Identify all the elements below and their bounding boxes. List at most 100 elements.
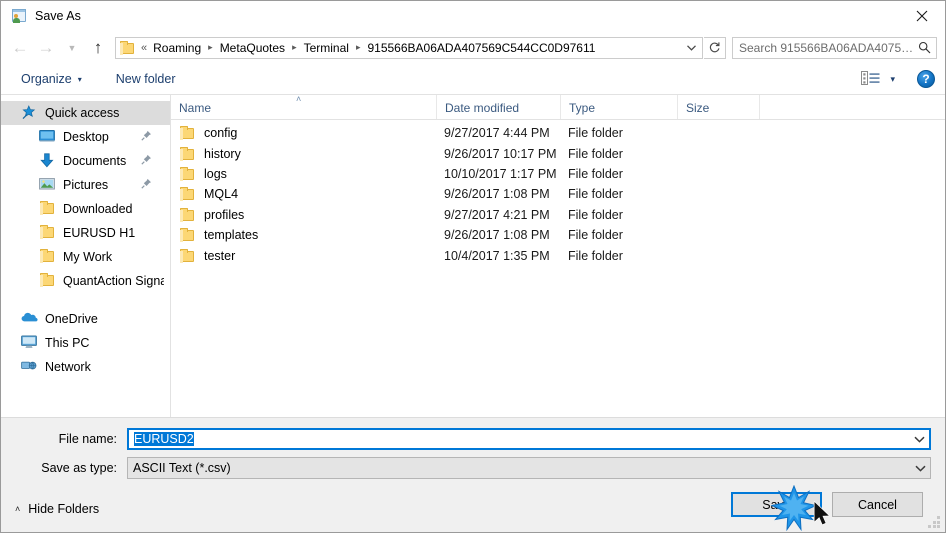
sidebar-item-label: Quick access <box>45 106 120 120</box>
file-date: 10/4/2017 1:35 PM <box>444 248 550 263</box>
new-folder-label: New folder <box>115 72 176 86</box>
organize-button[interactable]: Organize ▾ <box>15 69 88 89</box>
sidebar-item-quantaction-signal[interactable]: QuantAction Signal <box>1 269 170 293</box>
column-header-filler <box>759 95 945 119</box>
footer-buttons: Save Cancel <box>721 492 923 517</box>
save-button[interactable]: Save <box>731 492 822 517</box>
file-name-value[interactable]: EURUSD2 <box>129 432 910 446</box>
save-as-type-row: Save as type: ASCII Text (*.csv) <box>15 457 931 479</box>
organize-label: Organize <box>21 72 72 86</box>
pin-icon[interactable] <box>141 130 152 144</box>
save-as-type-select[interactable]: ASCII Text (*.csv) <box>127 457 931 479</box>
search-box[interactable]: Search 915566BA06ADA40756... <box>732 36 937 59</box>
breadcrumb-separator[interactable]: ▸ <box>352 42 365 53</box>
folder-icon <box>179 126 196 141</box>
sidebar-item-desktop[interactable]: Desktop <box>1 125 170 149</box>
chevron-down-icon: ▾ <box>77 74 82 84</box>
file-name-input[interactable]: EURUSD2 <box>127 428 931 450</box>
pin-icon[interactable] <box>141 178 152 192</box>
breadcrumb-item-roaming[interactable]: Roaming <box>150 40 204 56</box>
file-type: File folder <box>568 146 623 161</box>
file-name-cell: history <box>171 146 436 161</box>
column-header-size[interactable]: Size <box>677 95 759 119</box>
file-type: File folder <box>568 228 623 243</box>
breadcrumb-separator[interactable]: ▸ <box>288 42 301 53</box>
cancel-button[interactable]: Cancel <box>832 492 923 517</box>
breadcrumb-item-metaquotes[interactable]: MetaQuotes <box>217 40 288 56</box>
table-row[interactable]: templates 9/26/2017 1:08 PM File folder <box>171 225 945 245</box>
view-layout-icon[interactable] <box>861 71 881 87</box>
address-dropdown-button[interactable] <box>682 38 700 58</box>
sidebar-item-network[interactable]: Network <box>1 355 170 379</box>
column-header-type[interactable]: Type <box>560 95 677 119</box>
sidebar-item-quick-access[interactable]: Quick access <box>1 101 170 125</box>
view-dropdown-caret-icon[interactable]: ▾ <box>890 74 895 85</box>
table-row[interactable]: tester 10/4/2017 1:35 PM File folder <box>171 245 945 265</box>
chevron-down-icon <box>686 44 696 51</box>
sidebar-item-onedrive[interactable]: OneDrive <box>1 307 170 331</box>
new-folder-button[interactable]: New folder <box>110 69 182 89</box>
table-row[interactable]: config 9/27/2017 4:44 PM File folder <box>171 123 945 143</box>
refresh-button[interactable] <box>704 36 726 59</box>
file-name: logs <box>204 166 227 181</box>
folder-icon <box>179 166 196 181</box>
breadcrumb-overflow[interactable]: « <box>140 42 150 54</box>
chevron-up-icon: ˄ <box>15 504 21 514</box>
documents-icon <box>39 153 57 169</box>
sidebar-item-eurusd-h1[interactable]: EURUSD H1 <box>1 221 170 245</box>
hide-folders-button[interactable]: ˄ Hide Folders <box>15 502 99 516</box>
column-header-name[interactable]: ˄ Name <box>171 94 436 119</box>
search-icon <box>916 41 932 54</box>
help-label: ? <box>922 72 930 86</box>
file-name-dropdown-button[interactable] <box>910 436 929 443</box>
desktop-icon <box>39 129 57 145</box>
up-button[interactable]: ↑ <box>85 35 111 61</box>
file-type: File folder <box>568 248 623 263</box>
help-button[interactable]: ? <box>917 70 935 88</box>
file-name: MQL4 <box>204 187 239 202</box>
back-button[interactable]: ← <box>7 35 33 61</box>
folder-icon <box>179 248 196 263</box>
sidebar-item-label: This PC <box>45 336 90 350</box>
sidebar-item-downloaded[interactable]: Downloaded <box>1 197 170 221</box>
toolbar-right-group: ▾ ? <box>861 70 935 88</box>
table-row[interactable]: logs 10/10/2017 1:17 PM File folder <box>171 164 945 184</box>
close-button[interactable] <box>899 1 945 31</box>
sidebar-item-this-pc[interactable]: This PC <box>1 331 170 355</box>
table-row[interactable]: history 9/26/2017 10:17 PM File folder <box>171 143 945 163</box>
file-name-cell: MQL4 <box>171 187 436 202</box>
sort-ascending-icon: ˄ <box>296 94 302 104</box>
file-date: 10/10/2017 1:17 PM <box>444 166 557 181</box>
column-label: Date modified <box>445 101 520 115</box>
network-icon <box>21 359 39 375</box>
breadcrumb-item-instance[interactable]: 915566BA06ADA407569C544CC0D97611 <box>364 40 598 56</box>
search-input[interactable]: Search 915566BA06ADA40756... <box>739 41 916 55</box>
address-bar[interactable]: « Roaming ▸ MetaQuotes ▸ Terminal ▸ 9155… <box>115 36 703 59</box>
column-header-date-modified[interactable]: Date modified <box>436 95 560 119</box>
sidebar-item-label: Pictures <box>63 178 109 192</box>
folder-icon <box>39 273 57 289</box>
column-label: Type <box>569 101 596 115</box>
forward-button[interactable]: → <box>33 35 59 61</box>
folder-icon <box>179 228 196 243</box>
folder-icon <box>39 201 57 217</box>
save-as-type-value: ASCII Text (*.csv) <box>133 461 231 475</box>
close-icon <box>916 10 928 22</box>
breadcrumb-separator[interactable]: ▸ <box>204 42 217 53</box>
sidebar-item-pictures[interactable]: Pictures <box>1 173 170 197</box>
sidebar-item-label: Documents <box>63 154 127 168</box>
save-as-type-label: Save as type: <box>41 461 117 475</box>
table-row[interactable]: MQL4 9/26/2017 1:08 PM File folder <box>171 184 945 204</box>
table-row[interactable]: profiles 9/27/2017 4:21 PM File folder <box>171 205 945 225</box>
file-name-cell: profiles <box>171 207 436 222</box>
recent-locations-button[interactable]: ▼ <box>59 35 85 61</box>
sidebar-item-label: Downloaded <box>63 202 133 216</box>
sidebar-item-my-work[interactable]: My Work <box>1 245 170 269</box>
save-as-type-dropdown-button[interactable] <box>911 465 930 472</box>
onedrive-icon <box>21 311 39 327</box>
breadcrumb-item-terminal[interactable]: Terminal <box>301 40 352 56</box>
pin-icon[interactable] <box>141 154 152 168</box>
file-list-pane: ˄ Name Date modified Type Size config 9/… <box>171 94 945 417</box>
file-name-label: File name: <box>58 432 117 446</box>
sidebar-item-documents[interactable]: Documents <box>1 149 170 173</box>
